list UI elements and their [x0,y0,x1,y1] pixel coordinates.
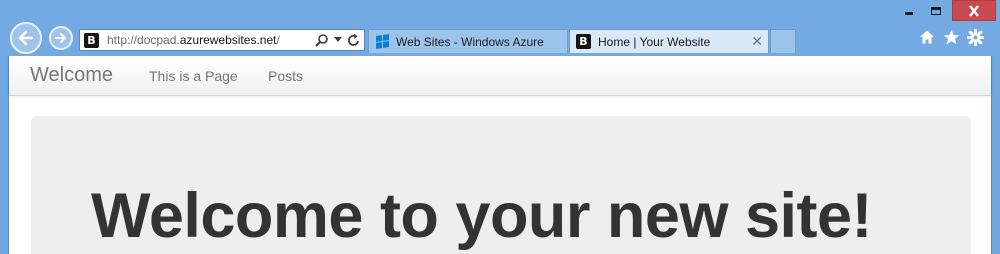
back-button[interactable] [10,22,42,54]
maximize-icon [930,6,941,15]
browser-chrome: B http://docpad.azurewebsites.net/ Web S… [0,0,1000,56]
tab-close-icon[interactable]: ✕ [751,33,763,49]
tab-windows-azure[interactable]: Web Sites - Windows Azure [368,29,568,53]
forward-arrow-icon [55,33,66,43]
forward-button[interactable] [49,26,73,50]
browser-toolbar [918,28,984,46]
back-arrow-icon [18,30,34,46]
maximize-button[interactable] [922,0,949,21]
new-tab-button[interactable] [770,29,796,53]
settings-gear-icon[interactable] [966,28,984,46]
nav-link-posts[interactable]: Posts [268,68,303,84]
tab-label: Home | Your Website [598,34,711,49]
tab-label: Web Sites - Windows Azure [396,34,544,49]
minimize-icon [905,11,913,15]
search-icon[interactable] [315,33,329,47]
tab-home-your-website[interactable]: B Home | Your Website ✕ [569,29,769,53]
home-icon[interactable] [918,28,936,46]
hero-title: Welcome to your new site! [91,181,873,251]
site-navbar: Welcome This is a Page Posts [9,56,991,96]
refresh-icon[interactable] [347,33,360,47]
navbar-brand[interactable]: Welcome [30,64,113,87]
close-window-button[interactable] [952,0,996,21]
dropdown-chevron-icon[interactable] [334,37,342,43]
close-icon [969,4,979,17]
minimize-button[interactable] [896,0,922,21]
url-suffix: / [276,33,280,47]
web-page: Welcome This is a Page Posts Welcome to … [8,56,992,254]
bootstrap-favicon-icon: B [576,34,591,49]
address-tools [315,33,360,47]
site-favicon-icon: B [84,32,99,48]
url-domain: azurewebsites.net [179,33,277,47]
favorites-star-icon[interactable] [942,28,960,46]
hero-jumbotron: Welcome to your new site! [31,116,971,254]
url-prefix: http://docpad. [107,33,180,47]
url-text[interactable]: http://docpad.azurewebsites.net/ [107,33,280,47]
address-bar[interactable]: B http://docpad.azurewebsites.net/ [79,29,365,51]
windows-logo-icon [376,34,389,49]
nav-link-this-is-a-page[interactable]: This is a Page [149,68,238,84]
